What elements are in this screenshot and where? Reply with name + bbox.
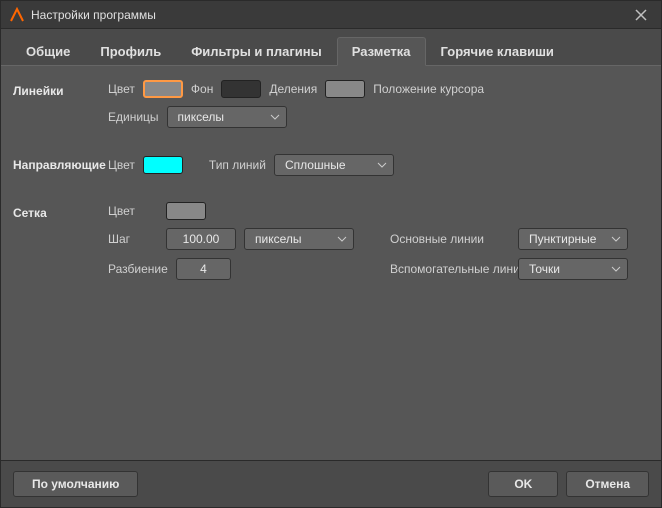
tab-hotkeys[interactable]: Горячие клавиши <box>426 37 569 65</box>
guides-linetype-label: Тип линий <box>209 158 266 172</box>
ok-button[interactable]: OK <box>488 471 558 497</box>
content-area: Линейки Цвет Фон Деления Положение курсо… <box>1 66 661 460</box>
rulers-section-label: Линейки <box>13 80 108 136</box>
defaults-button[interactable]: По умолчанию <box>13 471 138 497</box>
app-icon <box>9 7 25 23</box>
grid-step-units-dropdown[interactable]: пикселы <box>244 228 354 250</box>
tab-general[interactable]: Общие <box>11 37 85 65</box>
chevron-down-icon <box>611 234 621 244</box>
cancel-button[interactable]: Отмена <box>566 471 649 497</box>
grid-main-lines-dropdown[interactable]: Пунктирные <box>518 228 628 250</box>
rulers-units-label: Единицы <box>108 110 159 124</box>
rulers-bg-swatch[interactable] <box>221 80 261 98</box>
grid-section-label: Сетка <box>13 202 108 288</box>
grid-aux-lines-label: Вспомогательные линии <box>390 262 510 276</box>
rulers-divisions-label: Деления <box>269 82 317 96</box>
guides-section-label: Направляющие <box>13 154 108 184</box>
rulers-units-value: пикселы <box>178 110 225 124</box>
grid-step-input[interactable] <box>166 228 236 250</box>
rulers-cursor-label: Положение курсора <box>373 82 484 96</box>
section-grid: Сетка Цвет Шаг пикселы <box>13 202 649 288</box>
rulers-color-label: Цвет <box>108 82 135 96</box>
grid-main-lines-value: Пунктирные <box>529 232 596 246</box>
chevron-down-icon <box>611 264 621 274</box>
grid-main-lines-label: Основные линии <box>390 232 510 246</box>
tab-bar: Общие Профиль Фильтры и плагины Разметка… <box>1 29 661 66</box>
grid-aux-lines-value: Точки <box>529 262 560 276</box>
chevron-down-icon <box>377 160 387 170</box>
grid-subdiv-input[interactable] <box>176 258 231 280</box>
chevron-down-icon <box>270 112 280 122</box>
close-icon <box>635 9 647 21</box>
footer: По умолчанию OK Отмена <box>1 460 661 507</box>
grid-step-units-value: пикселы <box>255 232 302 246</box>
guides-color-label: Цвет <box>108 158 135 172</box>
rulers-units-dropdown[interactable]: пикселы <box>167 106 287 128</box>
grid-color-label: Цвет <box>108 204 158 218</box>
rulers-divisions-swatch[interactable] <box>325 80 365 98</box>
settings-window: Настройки программы Общие Профиль Фильтр… <box>0 0 662 508</box>
rulers-color-swatch[interactable] <box>143 80 183 98</box>
grid-color-swatch[interactable] <box>166 202 206 220</box>
section-guides: Направляющие Цвет Тип линий Сплошные <box>13 154 649 184</box>
grid-subdiv-label: Разбиение <box>108 262 168 276</box>
grid-aux-lines-dropdown[interactable]: Точки <box>518 258 628 280</box>
titlebar: Настройки программы <box>1 1 661 29</box>
guides-linetype-dropdown[interactable]: Сплошные <box>274 154 394 176</box>
tab-markup[interactable]: Разметка <box>337 37 426 66</box>
guides-color-swatch[interactable] <box>143 156 183 174</box>
rulers-bg-label: Фон <box>191 82 213 96</box>
tab-filters[interactable]: Фильтры и плагины <box>176 37 337 65</box>
tab-profile[interactable]: Профиль <box>85 37 176 65</box>
grid-step-label: Шаг <box>108 232 158 246</box>
section-rulers: Линейки Цвет Фон Деления Положение курсо… <box>13 80 649 136</box>
close-button[interactable] <box>629 3 653 27</box>
chevron-down-icon <box>337 234 347 244</box>
window-title: Настройки программы <box>31 8 629 22</box>
guides-linetype-value: Сплошные <box>285 158 346 172</box>
